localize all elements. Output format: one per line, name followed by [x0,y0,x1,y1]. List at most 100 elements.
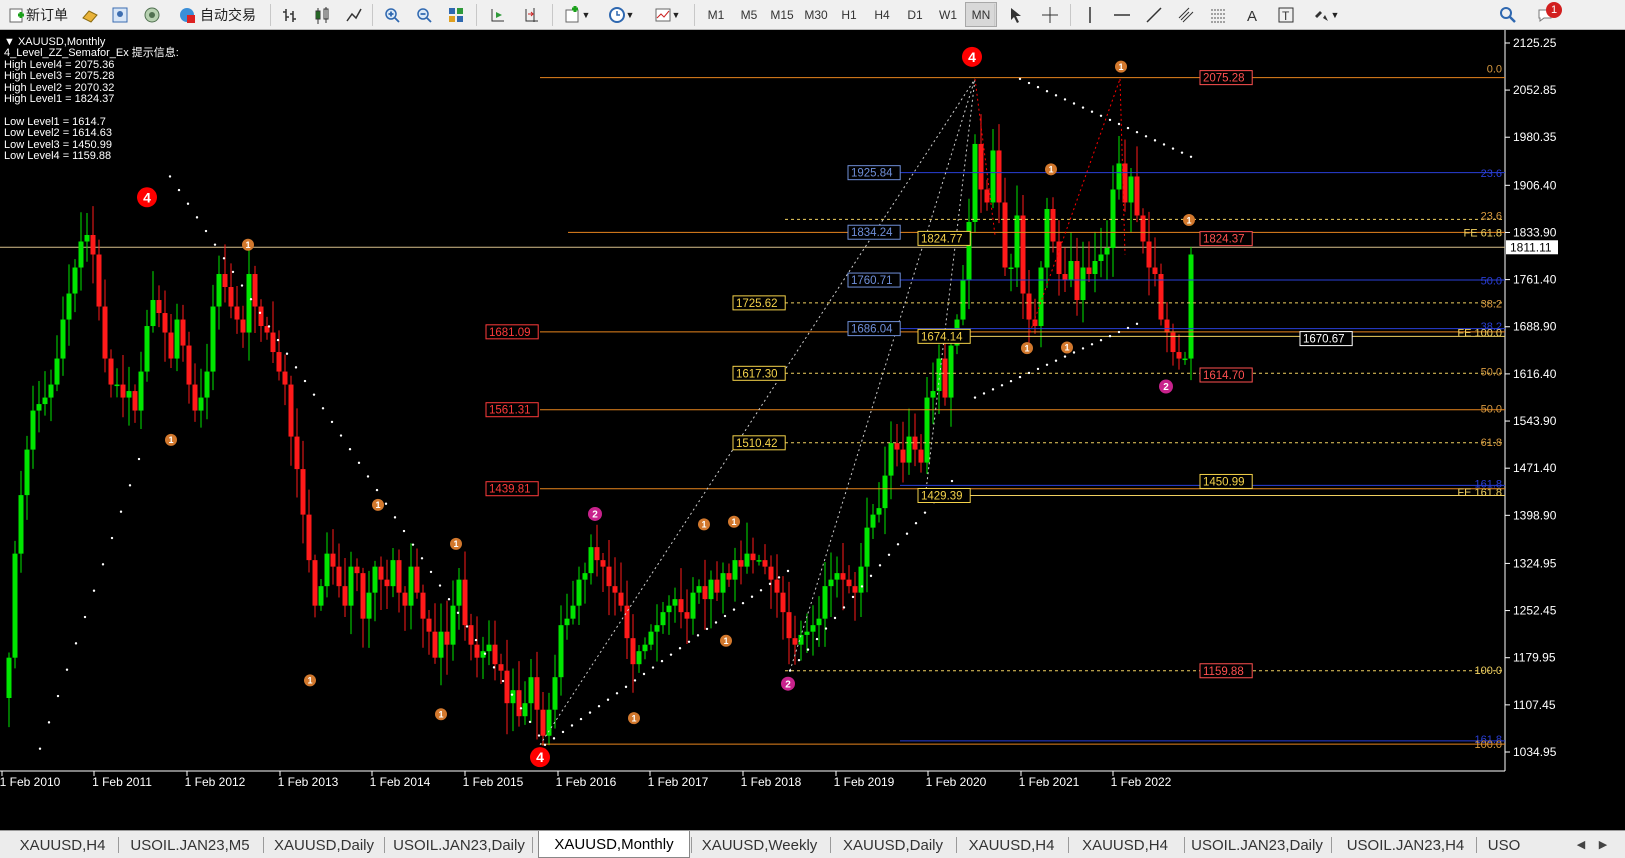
timeframe-d1-button[interactable]: D1 [899,2,931,27]
zoom-out-button[interactable] [412,2,436,27]
price-axis-label: 1107.45 [1513,698,1556,712]
price-axis-label: 1833.90 [1513,225,1557,239]
text-tool-button[interactable]: A [1240,2,1264,27]
candle-body [168,332,174,359]
chart-tab[interactable]: XAUUSD,Daily [833,833,953,857]
timeframe-h4-button[interactable]: H4 [866,2,898,27]
channel-tool-button[interactable] [1174,2,1198,27]
arrows-tool-button[interactable]: ▼ [1308,2,1344,27]
chart-tab[interactable]: USOIL.JAN23,H4 [1338,833,1473,857]
timeframe-h1-button[interactable]: H1 [833,2,865,27]
cursor-tool-button[interactable] [1004,2,1028,27]
tabs-scroll-left-button[interactable]: ◀ [1574,836,1588,852]
candle-body [786,612,792,639]
candle-body [180,319,186,346]
semafor-marker-label: 4 [968,49,976,65]
candle-body [966,221,972,281]
candle-body [222,274,228,288]
auto-trading-button[interactable]: 自动交易 [172,2,262,27]
trend-dot [660,659,664,663]
chart-window[interactable]: 2125.25 2052.85 1980.35 1906.40 1833.90 1761.… [0,30,1625,830]
trend-dot [519,707,523,710]
chart-tab[interactable]: XAUUSD,Weekly [692,833,827,857]
zoom-out-icon [417,7,432,23]
indicators-button[interactable]: ▼ [560,2,594,27]
trendline-tool-button[interactable] [1142,2,1166,27]
auto-trading-label: 自动交易 [200,6,256,23]
chart-tab[interactable]: XAUUSD,H4 [1069,833,1181,857]
semafor-marker-label: 1 [1186,215,1191,225]
timeframe-m30-button[interactable]: M30 [800,2,832,27]
fib-percent-label: 23.6 [1481,210,1502,222]
fibonacci-tool-button[interactable] [1206,2,1230,27]
periods-button[interactable]: ▼ [602,2,640,27]
candle-body [792,638,798,645]
trend-dot [696,634,700,637]
chart-tab[interactable]: USOIL.JAN23,Daily [389,833,529,857]
price-axis-label: 1980.35 [1513,130,1557,144]
horizontal-line-tool-button[interactable] [1110,2,1134,27]
chart-tab[interactable]: XAUUSD,Daily [267,833,381,857]
timeframe-m1-button[interactable]: M1 [700,2,732,27]
timeframe-w1-button[interactable]: W1 [932,2,964,27]
price-chart[interactable]: 2125.25 2052.85 1980.35 1906.40 1833.90 1761.… [0,30,1625,830]
candle-body [486,644,492,652]
line-chart-button[interactable] [342,2,366,27]
candle-body [750,553,756,561]
horizontal-line-icon [1114,13,1130,16]
candle-body [702,586,708,600]
candle-body [384,579,390,587]
candlestick-chart-button[interactable] [310,2,334,27]
fib-percent-label: 61.8 [1481,437,1502,449]
time-axis-label: 1 Feb 2014 [370,775,431,789]
templates-button[interactable]: ▼ [648,2,686,27]
chart-tab[interactable]: XAUUSD,Monthly [538,831,690,858]
candle-body [900,449,906,463]
tabs-scroll-right-button[interactable]: ▶ [1596,836,1610,852]
zoom-in-button[interactable] [380,2,404,27]
candle-body [888,443,894,476]
chart-tab[interactable]: USOIL.JAN23,Daily [1186,833,1328,857]
navigator-button[interactable] [140,2,164,27]
candle-body [906,436,912,463]
plot-area[interactable] [0,30,1505,771]
candle-body [84,234,90,242]
timeframe-mn-button[interactable]: MN [965,2,997,27]
timeframe-m5-button[interactable]: M5 [733,2,765,27]
data-window-button[interactable] [108,2,132,27]
tile-windows-button[interactable] [444,2,468,27]
trend-dot [833,616,837,620]
candle-body [1044,208,1050,268]
candle-body [108,358,114,385]
candle-body [522,703,528,717]
autoscroll-button[interactable] [486,2,510,27]
chart-tab[interactable]: USOIL.JAN23,M5 [120,833,260,857]
chart-tab[interactable]: XAUUSD,H4 [958,833,1065,857]
text-label-tool-button[interactable]: T [1274,2,1298,27]
trend-dot [537,734,541,737]
time-axis-label: 1 Feb 2017 [648,775,709,789]
notifications-button[interactable]: 1 [1532,2,1562,27]
trend-dot [474,638,478,642]
trend-dot [240,284,244,287]
chart-tab[interactable]: XAUUSD,H4 [10,833,115,857]
bar-chart-button[interactable] [278,2,302,27]
price-label-box-text: 1760.71 [851,275,893,287]
candle-body [618,592,624,606]
chart-tab[interactable]: USO [1484,833,1524,857]
fib-percent-label: 23.6 [1481,168,1502,180]
trend-dot [384,502,388,505]
new-order-button[interactable]: 新订单 [2,2,74,27]
trend-dot [258,311,262,315]
search-button[interactable] [1496,2,1520,27]
chart-shift-button[interactable] [520,2,544,27]
timeframe-m15-button[interactable]: M15 [766,2,798,27]
market-watch-button[interactable] [78,2,102,27]
notification-badge: 1 [1546,2,1562,18]
vertical-line-tool-button[interactable] [1078,2,1102,27]
crosshair-tool-button[interactable] [1038,2,1062,27]
trend-dot [869,574,873,578]
candle-body [636,651,642,665]
trend-dot [561,730,565,734]
trend-dot [528,720,532,724]
